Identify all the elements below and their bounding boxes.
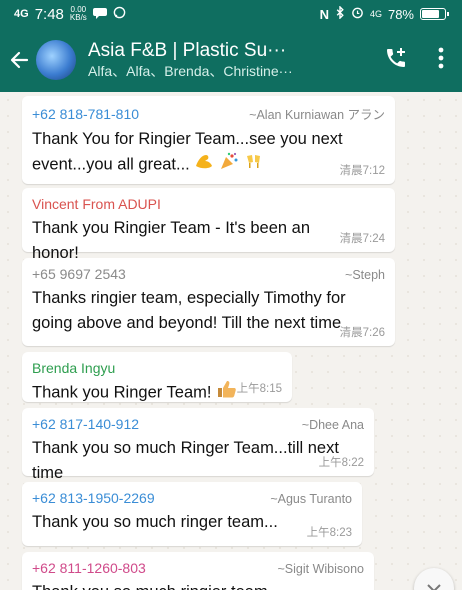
message-sender: +65 9697 2543 — [32, 266, 126, 282]
message-sender: Vincent From ADUPI — [32, 196, 161, 212]
group-info[interactable]: Asia F&B | Plastic Su··· Alfa、Alfa、Brend… — [88, 40, 368, 80]
more-vertical-icon — [438, 47, 444, 68]
battery-percent: 78% — [387, 6, 414, 22]
network-type: 4G — [369, 9, 382, 19]
signal-indicator: 4G — [14, 8, 29, 20]
message-alias: ~Dhee Ana — [301, 418, 364, 432]
battery-icon — [420, 8, 449, 20]
chat-header: Asia F&B | Plastic Su··· Alfa、Alfa、Brend… — [0, 28, 462, 92]
message-bubble[interactable]: +62 811-1260-803 ~Sigit Wibisono Thank y… — [22, 552, 374, 590]
message-sender: +62 817-140-912 — [32, 416, 140, 432]
group-avatar[interactable] — [36, 40, 76, 80]
back-arrow-icon — [10, 51, 29, 69]
message-alias: ~Alan Kurniawan アラン — [249, 108, 385, 122]
message-text: Thank You for Ringier Team...see you nex… — [32, 130, 343, 174]
chat-bubble-icon — [92, 6, 107, 22]
group-members: Alfa、Alfa、Brenda、Christine··· — [88, 63, 293, 79]
message-alias: ~Sigit Wibisono — [277, 562, 365, 576]
phone-add-icon — [387, 47, 405, 67]
chevron-down-icon — [427, 584, 441, 590]
message-text: Thank you Ringer Team! — [32, 383, 212, 402]
message-time: 清晨7:12 — [339, 165, 385, 177]
message-time: 清晨7:24 — [339, 233, 385, 245]
message-text: Thank you so much ringier team... — [32, 580, 364, 590]
message-sender: +62 818-781-810 — [32, 106, 140, 122]
message-bubble[interactable]: +62 813-1950-2269 ~Agus Turanto Thank yo… — [22, 482, 362, 546]
message-time: 上午8:15 — [236, 383, 282, 395]
clock: 7:48 — [34, 5, 64, 23]
message-sender: +62 811-1260-803 — [32, 560, 146, 576]
message-time: 清晨7:26 — [339, 327, 385, 339]
message-sender: Brenda Ingyu — [32, 360, 116, 376]
message-bubble[interactable]: Vincent From ADUPI Thank you Ringier Tea… — [22, 188, 395, 262]
message-bubble[interactable]: +62 818-781-810 ~Alan Kurniawan アラン Than… — [22, 96, 395, 184]
message-text: Thank you so much ringer team... — [32, 513, 278, 531]
network-speed: 0.00 KB/s — [70, 6, 87, 22]
party-popper-emoji-icon — [219, 152, 239, 178]
clinking-glasses-emoji-icon — [244, 152, 264, 178]
back-button[interactable] — [2, 28, 36, 92]
flexed-biceps-emoji-icon — [194, 152, 214, 178]
message-alias: ~Steph — [345, 268, 385, 282]
scroll-down-button[interactable] — [414, 568, 454, 590]
message-list[interactable]: +62 818-781-810 ~Alan Kurniawan アラン Than… — [0, 92, 462, 590]
nfc-icon: N — [319, 6, 329, 22]
message-bubble[interactable]: +65 9697 2543 ~Steph Thanks ringier team… — [22, 258, 395, 346]
status-bar: 4G 7:48 0.00 KB/s N 4G 78% — [0, 0, 462, 28]
more-options-button[interactable] — [438, 47, 444, 74]
message-time: 上午8:22 — [318, 457, 364, 469]
message-bubble[interactable]: Brenda Ingyu Thank you Ringer Team! 上午8:… — [22, 352, 292, 402]
message-time: 上午8:23 — [306, 527, 352, 539]
network-speed-unit: KB/s — [69, 13, 87, 22]
group-title: Asia F&B | Plastic Su··· — [88, 40, 287, 61]
message-text: Thank you so much Ringer Team...till nex… — [32, 439, 339, 482]
message-sender: +62 813-1950-2269 — [32, 490, 155, 506]
bluetooth-icon — [335, 5, 345, 22]
message-text: Thanks ringier team, especially Timothy … — [32, 289, 346, 332]
thumbs-up-emoji-icon — [216, 380, 238, 406]
add-call-button[interactable] — [384, 46, 408, 75]
whatsapp-notification-icon — [113, 6, 126, 22]
alarm-icon — [351, 6, 364, 22]
message-bubble[interactable]: +62 817-140-912 ~Dhee Ana Thank you so m… — [22, 408, 374, 482]
message-alias: ~Agus Turanto — [270, 492, 352, 506]
